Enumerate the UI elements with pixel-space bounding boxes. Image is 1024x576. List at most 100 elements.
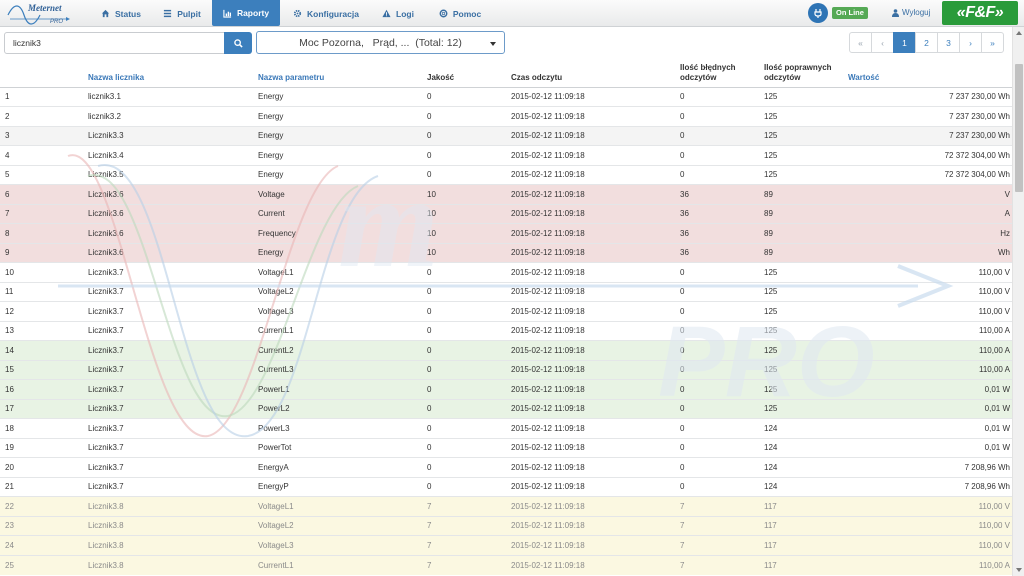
table-row[interactable]: 25 Licznik3.8 CurrentL1 7 2015-02-12 11:09:1… — [0, 554, 1012, 575]
cell-bad-reads: 7 — [680, 515, 764, 536]
cell-bad-reads: 0 — [680, 457, 764, 477]
cell-bad-reads: 0 — [680, 320, 764, 341]
page-first-button[interactable]: « — [849, 32, 872, 53]
cell-parameter-name: CurrentL3 — [258, 359, 427, 380]
table-row[interactable]: 18 Licznik3.7 PowerL3 0 2015-02-12 11:09:18 0… — [0, 418, 1012, 438]
table-row[interactable]: 5 Licznik3.5 Energy 0 2015-02-12 11:09:18 0 12… — [0, 164, 1012, 185]
tab-status[interactable]: Status — [90, 0, 152, 27]
parameter-select[interactable]: Moc Pozorna, Prąd, ... (Total: 12) — [256, 31, 505, 54]
search-button[interactable] — [224, 32, 252, 54]
table-row[interactable]: 23 Licznik3.8 VoltageL2 7 2015-02-12 11:09:1… — [0, 515, 1012, 536]
cell-good-reads: 125 — [764, 164, 848, 185]
cell-quality: 0 — [427, 418, 511, 438]
logout-link[interactable]: Wyloguj — [892, 8, 930, 17]
cell-read-time: 2015-02-12 11:09:18 — [511, 457, 680, 477]
table-row[interactable]: 21 Licznik3.7 EnergyP 0 2015-02-12 11:09:18 0… — [0, 476, 1012, 497]
page-prev-button[interactable]: ‹ — [871, 32, 894, 53]
cell-meter-name: Licznik3.7 — [88, 476, 258, 497]
column-header-value[interactable]: Wartość — [848, 56, 1012, 88]
table-row[interactable]: 8 Licznik3.6 Frequency 10 2015-02-12 11:09:1… — [0, 223, 1012, 243]
cell-good-reads: 117 — [764, 535, 848, 555]
table-row[interactable]: 13 Licznik3.7 CurrentL1 0 2015-02-12 11:09:1… — [0, 320, 1012, 341]
cell-meter-name: Licznik3.4 — [88, 145, 258, 165]
table-row[interactable]: 15 Licznik3.7 CurrentL3 0 2015-02-12 11:09:1… — [0, 359, 1012, 380]
table-row[interactable]: 6 Licznik3.6 Voltage 10 2015-02-12 11:09:18 3… — [0, 184, 1012, 204]
cell-parameter-name: Energy — [258, 106, 427, 126]
cell-meter-name: Licznik3.8 — [88, 535, 258, 555]
table-row[interactable]: 19 Licznik3.7 PowerTot 0 2015-02-12 11:09:18… — [0, 437, 1012, 458]
cell-value: 110,00 V — [848, 535, 1012, 555]
table-row[interactable]: 7 Licznik3.6 Current 10 2015-02-12 11:09:18 3… — [0, 203, 1012, 224]
table-row[interactable]: 16 Licznik3.7 PowerL1 0 2015-02-12 11:09:18 0… — [0, 379, 1012, 399]
table-row[interactable]: 17 Licznik3.7 PowerL2 0 2015-02-12 11:09:18 0… — [0, 398, 1012, 419]
table-row[interactable]: 9 Licznik3.6 Energy 10 2015-02-12 11:09:18 36… — [0, 242, 1012, 263]
table-row[interactable]: 22 Licznik3.8 VoltageL1 7 2015-02-12 11:09:1… — [0, 496, 1012, 516]
app-window: Meternet PRO Status Pulpit Raporty Konfi… — [0, 0, 1024, 576]
tab-raporty[interactable]: Raporty — [212, 0, 280, 26]
cell-meter-name: Licznik3.7 — [88, 398, 258, 419]
table-row[interactable]: 14 Licznik3.7 CurrentL2 0 2015-02-12 11:09:1… — [0, 340, 1012, 360]
page-2-button[interactable]: 2 — [915, 32, 938, 53]
cell-quality: 0 — [427, 320, 511, 341]
meternet-logo[interactable]: Meternet PRO — [6, 1, 74, 25]
table-row[interactable]: 3 Licznik3.3 Energy 0 2015-02-12 11:09:18 0 12… — [0, 125, 1012, 146]
page-last-button[interactable]: » — [981, 32, 1004, 53]
cell-bad-reads: 0 — [680, 106, 764, 126]
tab-pomoc[interactable]: Pomoc — [428, 0, 492, 27]
scroll-up-icon[interactable] — [1016, 31, 1022, 35]
top-navbar: Meternet PRO Status Pulpit Raporty Konfi… — [0, 0, 1024, 27]
cell-value: 0,01 W — [848, 398, 1012, 419]
table-row[interactable]: 24 Licznik3.8 VoltageL3 7 2015-02-12 11:09:1… — [0, 535, 1012, 555]
table-row[interactable]: 11 Licznik3.7 VoltageL2 0 2015-02-12 11:09:1… — [0, 281, 1012, 302]
cell-quality: 0 — [427, 379, 511, 399]
cell-bad-reads: 0 — [680, 125, 764, 146]
cell-number: 1 — [0, 86, 88, 107]
cell-read-time: 2015-02-12 11:09:18 — [511, 320, 680, 341]
table-row[interactable]: 1 licznik3.1 Energy 0 2015-02-12 11:09:18 0 12… — [0, 86, 1012, 107]
column-header-read-time[interactable]: Czas odczytu — [511, 56, 680, 88]
tab-pulpit[interactable]: Pulpit — [152, 0, 212, 27]
scroll-down-icon[interactable] — [1016, 568, 1022, 572]
list-icon — [164, 9, 172, 18]
table-row[interactable]: 12 Licznik3.7 VoltageL3 0 2015-02-12 11:09:1… — [0, 301, 1012, 321]
cell-quality: 7 — [427, 554, 511, 575]
cell-number: 3 — [0, 125, 88, 146]
cell-meter-name: licznik3.2 — [88, 106, 258, 126]
page-1-button[interactable]: 1 — [893, 32, 916, 53]
cell-quality: 0 — [427, 86, 511, 107]
cell-number: 14 — [0, 340, 88, 360]
cell-meter-name: Licznik3.7 — [88, 320, 258, 341]
cell-read-time: 2015-02-12 11:09:18 — [511, 418, 680, 438]
meter-search-input[interactable] — [4, 32, 225, 54]
cell-quality: 0 — [427, 340, 511, 360]
page-next-button[interactable]: › — [959, 32, 982, 53]
cell-number: 2 — [0, 106, 88, 126]
column-header-number[interactable] — [0, 56, 88, 88]
table-row[interactable]: 4 Licznik3.4 Energy 0 2015-02-12 11:09:18 0 12… — [0, 145, 1012, 165]
cell-number: 22 — [0, 496, 88, 516]
scrollbar-thumb[interactable] — [1015, 64, 1023, 192]
table-row[interactable]: 20 Licznik3.7 EnergyA 0 2015-02-12 11:09:18 0… — [0, 457, 1012, 477]
column-header-quality[interactable]: Jakość — [427, 56, 511, 88]
parameter-select-value: Moc Pozorna, Prąd, ... (Total: 12) — [299, 36, 462, 49]
cell-value: 110,00 A — [848, 340, 1012, 360]
cell-value: V — [848, 184, 1012, 204]
cell-read-time: 2015-02-12 11:09:18 — [511, 340, 680, 360]
column-header-bad-reads[interactable]: Ilość błędnych odczytów — [680, 56, 764, 88]
tab-logi[interactable]: Logi — [372, 0, 424, 27]
page-3-button[interactable]: 3 — [937, 32, 960, 53]
cell-value: 110,00 V — [848, 301, 1012, 321]
cell-value: 110,00 A — [848, 320, 1012, 341]
column-header-parameter-name[interactable]: Nazwa parametru — [258, 56, 427, 88]
cell-meter-name: Licznik3.7 — [88, 418, 258, 438]
cell-value: 7 208,96 Wh — [848, 457, 1012, 477]
cell-good-reads: 124 — [764, 476, 848, 497]
cell-meter-name: Licznik3.7 — [88, 359, 258, 380]
column-header-meter-name[interactable]: Nazwa licznika — [88, 56, 258, 88]
table-row[interactable]: 2 licznik3.2 Energy 0 2015-02-12 11:09:18 0 12… — [0, 106, 1012, 126]
tab-konfiguracja[interactable]: Konfiguracja — [282, 0, 370, 27]
table-row[interactable]: 10 Licznik3.7 VoltageL1 0 2015-02-12 11:09:1… — [0, 262, 1012, 282]
cell-number: 5 — [0, 164, 88, 185]
page-scrollbar[interactable] — [1012, 27, 1024, 576]
column-header-good-reads[interactable]: Ilość poprawnych odczytów — [764, 56, 848, 88]
